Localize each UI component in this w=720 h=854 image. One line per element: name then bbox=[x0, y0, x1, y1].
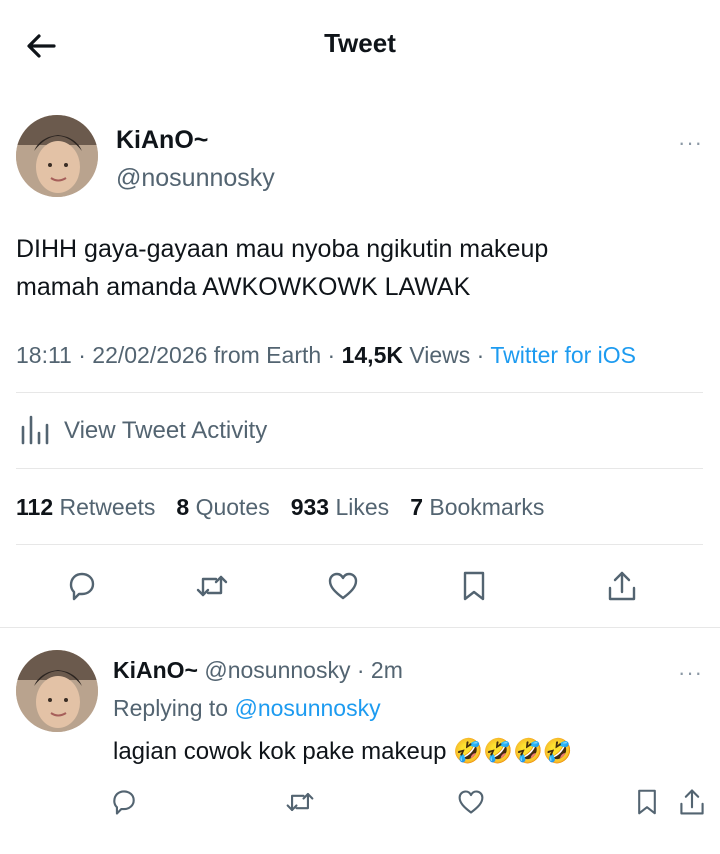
reply-retweet-button[interactable] bbox=[280, 782, 320, 822]
share-button[interactable] bbox=[600, 564, 644, 608]
reply-like-button[interactable] bbox=[451, 782, 491, 822]
more-icon[interactable]: ··· bbox=[678, 130, 703, 156]
reply-bookmark-button[interactable] bbox=[627, 782, 667, 822]
retweets-count: 112 bbox=[16, 494, 54, 520]
tweet-meta: 18:11 · 22/02/2026 from Earth · 14,5K Vi… bbox=[16, 342, 636, 369]
reply-icon bbox=[113, 790, 135, 815]
author-display-name[interactable]: KiAnO~ bbox=[116, 126, 208, 155]
view-tweet-activity-label: View Tweet Activity bbox=[64, 417, 268, 444]
likes-count: 933 bbox=[290, 494, 330, 520]
replying-to: Replying to @nosunnosky bbox=[113, 695, 381, 722]
like-icon bbox=[458, 790, 484, 814]
like-icon bbox=[328, 572, 358, 600]
share-icon bbox=[608, 571, 636, 601]
reply-button[interactable] bbox=[60, 564, 104, 608]
views-label: Views · bbox=[402, 342, 491, 368]
tweet-text-line: mamah amanda AWKOWKOWK LAWAK bbox=[16, 273, 471, 301]
views-count: 14,5K bbox=[341, 342, 403, 368]
avatar[interactable] bbox=[16, 115, 98, 197]
quotes-label: Quotes bbox=[195, 494, 270, 520]
retweet-button[interactable] bbox=[190, 564, 234, 608]
tweet-stats: 112 Retweets 8 Quotes 933 Likes 7 Bookma… bbox=[16, 494, 544, 521]
likes-label: Likes bbox=[335, 494, 390, 520]
divider bbox=[16, 544, 703, 545]
reply-header: KiAnO~ @nosunnosky · 2m bbox=[113, 657, 403, 684]
page-title: Tweet bbox=[324, 28, 396, 58]
quotes-stat[interactable]: 8 Quotes bbox=[176, 494, 269, 521]
like-button[interactable] bbox=[321, 564, 365, 608]
replying-prefix: Replying to bbox=[113, 695, 235, 721]
replying-to-handle[interactable]: @nosunnosky bbox=[234, 695, 380, 721]
reply-avatar[interactable] bbox=[16, 650, 98, 732]
reply-display-name[interactable]: KiAnO~ bbox=[113, 657, 198, 683]
retweet-icon bbox=[286, 793, 314, 811]
bookmarks-label: Bookmarks bbox=[429, 494, 545, 520]
view-tweet-activity-button[interactable]: View Tweet Activity bbox=[16, 410, 416, 452]
tweet-timestamp[interactable]: 18:11 · 22/02/2026 from Earth · bbox=[16, 342, 342, 368]
client-link[interactable]: Twitter for iOS bbox=[490, 342, 636, 368]
bookmark-icon bbox=[463, 571, 485, 601]
likes-stat[interactable]: 933 Likes bbox=[291, 494, 389, 521]
bookmark-button[interactable] bbox=[452, 564, 496, 608]
divider bbox=[16, 392, 703, 393]
tweet-text-line: DIHH gaya-gayaan mau nyoba ngikutin make… bbox=[16, 235, 549, 263]
retweet-icon bbox=[196, 575, 228, 597]
bookmark-icon bbox=[638, 789, 656, 815]
reply-reply-button[interactable] bbox=[104, 782, 144, 822]
divider bbox=[0, 627, 720, 628]
bookmarks-stat[interactable]: 7 Bookmarks bbox=[410, 494, 544, 521]
reply-more-icon[interactable]: ··· bbox=[678, 660, 703, 686]
reply-handle-time[interactable]: @nosunnosky · 2m bbox=[204, 657, 403, 683]
reply-icon bbox=[69, 572, 95, 601]
top-bar: Tweet bbox=[0, 0, 720, 90]
tweet-text: DIHH gaya-gayaan mau nyoba ngikutin make… bbox=[16, 230, 548, 306]
divider bbox=[16, 468, 703, 469]
quotes-count: 8 bbox=[176, 494, 190, 520]
author-handle[interactable]: @nosunnosky bbox=[116, 164, 275, 193]
reply-text: lagian cowok kok pake makeup 🤣🤣🤣🤣 bbox=[113, 738, 573, 765]
bookmarks-count: 7 bbox=[410, 494, 423, 520]
retweets-stat[interactable]: 112 Retweets bbox=[16, 494, 155, 521]
activity-bars-icon bbox=[20, 413, 50, 450]
retweets-label: Retweets bbox=[59, 494, 156, 520]
reply-share-button[interactable] bbox=[672, 782, 712, 822]
share-icon bbox=[680, 789, 704, 815]
